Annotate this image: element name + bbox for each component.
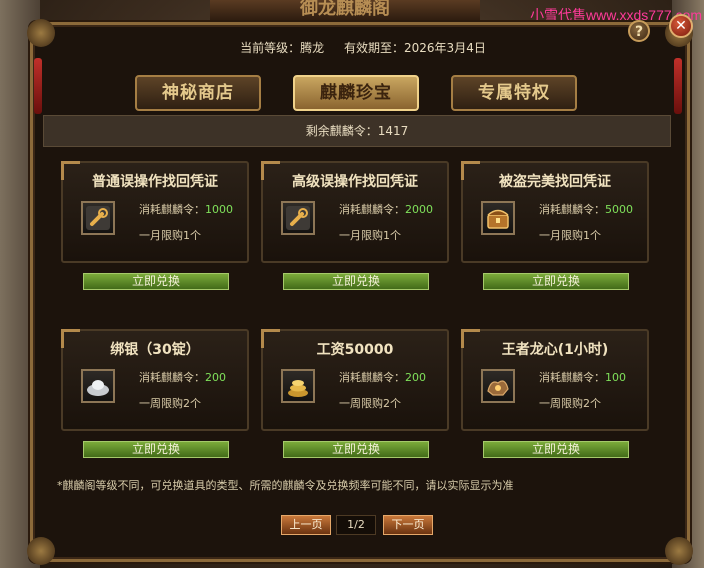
item-limit: 一周限购2个 — [139, 397, 201, 410]
right-tassel — [674, 58, 682, 114]
item-card: 被盗完美找回凭证 消耗麒麟令：5000 一月限购1个 — [461, 161, 649, 263]
item-title: 工资50000 — [316, 342, 394, 358]
level-label: 当前等级：腾龙 — [240, 41, 325, 55]
item-cost: 消耗麒麟令：5000 — [539, 203, 633, 216]
gold-coins-icon[interactable] — [281, 369, 315, 403]
item-card: 高级误操作找回凭证 消耗麒麟令：2000 一月限购1个 — [261, 161, 449, 263]
treasure-chest-icon[interactable] — [481, 201, 515, 235]
tab-qilin-treasure[interactable]: 麒麟珍宝 — [293, 75, 419, 111]
item-limit: 一月限购1个 — [539, 229, 601, 242]
footnote: *麒麟阁等级不同，可兑换道具的类型、所需的麒麟令及兑换频率可能不同，请以实际显示… — [57, 479, 514, 492]
redeem-button[interactable]: 立即兑换 — [283, 273, 429, 290]
prev-page-button[interactable]: 上一页 — [281, 515, 331, 535]
redeem-button[interactable]: 立即兑换 — [83, 273, 229, 290]
next-page-button[interactable]: 下一页 — [383, 515, 433, 535]
item-card: 普通误操作找回凭证 消耗麒麟令：1000 一月限购1个 — [61, 161, 249, 263]
remaining-tokens: 剩余麒麟令：1417 — [43, 115, 671, 147]
redeem-button[interactable]: 立即兑换 — [483, 273, 629, 290]
qilin-pavilion-window: 当前等级：腾龙 有效期至：2026年3月4日 神秘商店 麒麟珍宝 专属特权 剩余… — [27, 19, 693, 565]
item-card: 绑银（30锭） 消耗麒麟令：200 一周限购2个 — [61, 329, 249, 431]
item-card: 王者龙心(1小时) 消耗麒麟令：100 一周限购2个 — [461, 329, 649, 431]
dragon-heart-icon[interactable] — [481, 369, 515, 403]
item-cost: 消耗麒麟令：100 — [539, 371, 626, 384]
header-info: 当前等级：腾龙 有效期至：2026年3月4日 — [33, 39, 693, 56]
expiry-label: 有效期至：2026年3月4日 — [344, 41, 486, 55]
item-limit: 一周限购2个 — [539, 397, 601, 410]
item-limit: 一月限购1个 — [139, 229, 201, 242]
wrench-scroll-icon[interactable] — [81, 201, 115, 235]
silver-ingot-icon[interactable] — [81, 369, 115, 403]
tab-exclusive-privilege[interactable]: 专属特权 — [451, 75, 577, 111]
item-title: 绑银（30锭） — [110, 342, 200, 358]
item-title: 高级误操作找回凭证 — [292, 174, 418, 190]
item-limit: 一月限购1个 — [339, 229, 401, 242]
redeem-button[interactable]: 立即兑换 — [83, 441, 229, 458]
left-tassel — [34, 58, 42, 114]
redeem-button[interactable]: 立即兑换 — [283, 441, 429, 458]
item-cost: 消耗麒麟令：2000 — [339, 203, 433, 216]
item-title: 普通误操作找回凭证 — [92, 174, 218, 190]
tab-mystery-shop[interactable]: 神秘商店 — [135, 75, 261, 111]
help-button[interactable]: ? — [628, 20, 650, 42]
item-limit: 一周限购2个 — [339, 397, 401, 410]
close-button[interactable]: ✕ — [669, 14, 693, 38]
item-title: 王者龙心(1小时) — [501, 342, 609, 358]
item-cost: 消耗麒麟令：1000 — [139, 203, 233, 216]
item-card: 工资50000 消耗麒麟令：200 一周限购2个 — [261, 329, 449, 431]
corner-ornament-icon — [27, 537, 55, 565]
banner-title: 御龙麒麟阁 — [210, 0, 480, 24]
redeem-button[interactable]: 立即兑换 — [483, 441, 629, 458]
item-cost: 消耗麒麟令：200 — [139, 371, 226, 384]
tab-bar: 神秘商店 麒麟珍宝 专属特权 — [125, 75, 645, 113]
corner-ornament-icon — [665, 537, 693, 565]
item-title: 被盗完美找回凭证 — [499, 174, 611, 190]
wrench-scroll-icon[interactable] — [281, 201, 315, 235]
item-cost: 消耗麒麟令：200 — [339, 371, 426, 384]
page-indicator: 1/2 — [336, 515, 376, 535]
